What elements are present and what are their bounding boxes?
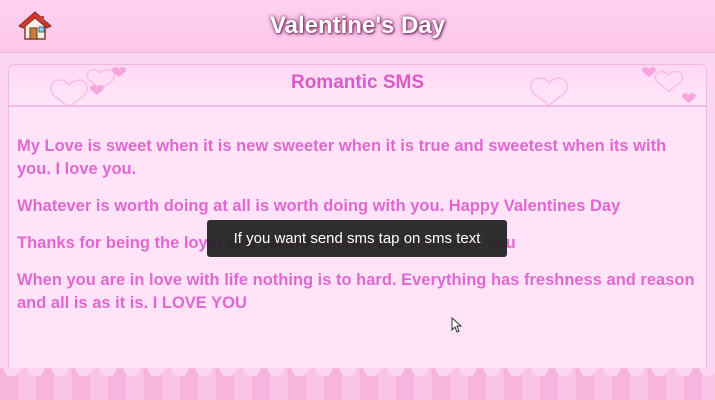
panel-header: Romantic SMS bbox=[9, 65, 706, 107]
app-bar: Valentine's Day bbox=[0, 0, 715, 53]
panel-title: Romantic SMS bbox=[290, 72, 425, 93]
sms-item[interactable]: Whatever is worth doing at all is worth … bbox=[17, 195, 697, 218]
mouse-cursor-icon bbox=[451, 317, 463, 333]
bottom-decoration bbox=[0, 368, 715, 400]
sms-item[interactable]: My Love is sweet when it is new sweeter … bbox=[17, 135, 697, 181]
sms-item[interactable]: When you are in love with life nothing i… bbox=[17, 269, 697, 315]
app-title: Valentine's Day bbox=[269, 12, 446, 39]
scallop-edge bbox=[0, 368, 715, 376]
toast-message: If you want send sms tap on sms text bbox=[207, 220, 507, 257]
